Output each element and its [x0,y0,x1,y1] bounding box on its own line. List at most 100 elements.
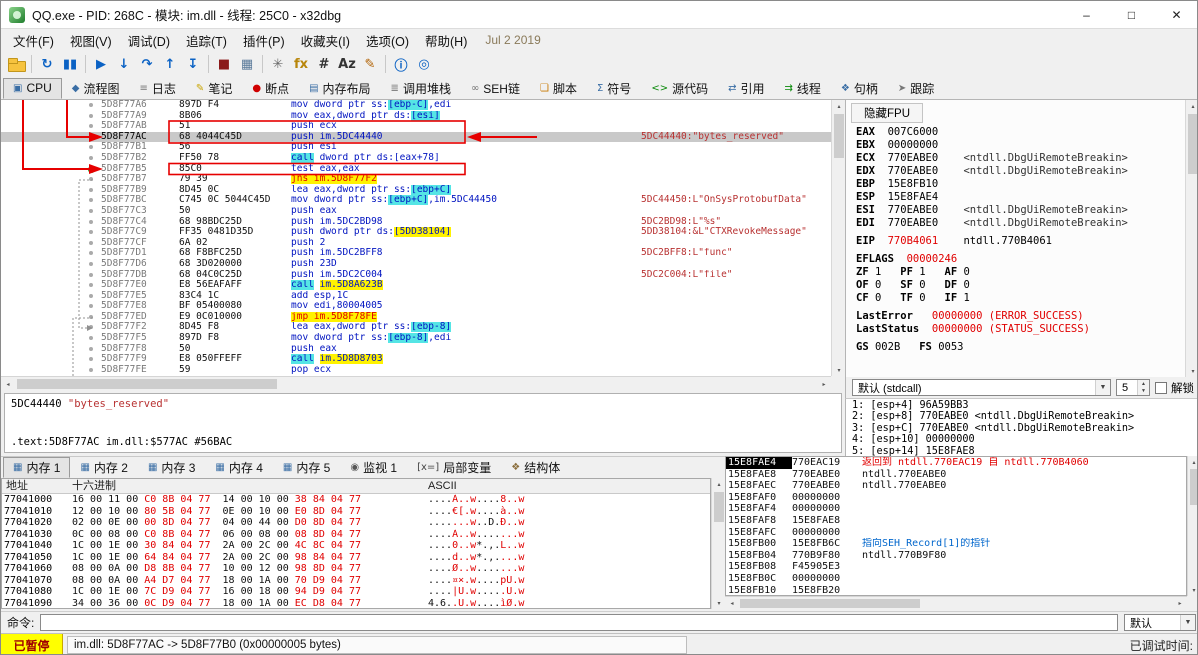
dump-row[interactable]: 77041090 34 00 36 00 0C D9 04 77 18 00 1A… [2,598,710,609]
disassembly-view[interactable]: 5D8F77A6 897D F4 mov dword ptr ss:[ebp-C],… [1,100,831,376]
tab-0[interactable]: ▣ CPU [3,78,62,99]
disassembly-hscrollbar[interactable]: ◂ ▸ [1,376,831,390]
vscroll-thumb[interactable] [1188,114,1197,174]
disasm-row[interactable]: 5D8F77D6 68 3D020000 push 23D [1,259,831,270]
tab-8[interactable]: ❏ 脚本 [530,78,587,99]
hscroll-thumb[interactable] [17,379,277,389]
esp-arg-line[interactable]: 4: [esp+10] 00000000 [852,434,1197,445]
disasm-row[interactable]: 5D8F77A9 8B06 mov eax,dword ptr ds:[esi] [1,110,831,122]
tab-14[interactable]: ➤ 跟踪 [888,78,944,99]
run-to-user-code-icon[interactable]: ↧ [182,53,204,75]
restart-icon[interactable]: ↻ [36,53,58,75]
bottom-tab-2[interactable]: ▦ 内存 3 [138,457,205,478]
stack-row[interactable]: 15E8FB00 15E8FB6C 指向SEH_Record[1]的指针 [726,538,1186,550]
dump-row[interactable]: 77041010 12 00 10 00 80 5B 04 77 0E 00 10… [2,506,710,518]
tab-13[interactable]: ❖ 句柄 [831,78,888,99]
stack-row[interactable]: 15E8FB08 F45905E3 [726,561,1186,573]
disasm-row[interactable]: 5D8F77DB 68 04C0C25D push im.5DC2C004 5DC2C… [1,270,831,281]
esp-arg-line[interactable]: 2: [esp+8] 770EABE0 <ntdll.DbgUiRemoteBr… [852,411,1197,422]
esp-arg-line[interactable]: 5: [esp+14] 15E8FAE8 [852,446,1197,456]
tab-9[interactable]: Σ 符号 [587,78,641,99]
stack-row[interactable]: 15E8FAEC 770EABE0 ntdll.770EABE0 [726,480,1186,492]
hide-fpu-button[interactable]: 隐藏FPU [851,103,923,123]
stepper-buttons[interactable]: ▲ ▼ [1137,380,1149,395]
dump-row[interactable]: 77041050 1C 00 1E 00 64 84 04 77 2A 00 2C… [2,552,710,564]
bottom-tab-7[interactable]: ❖ 结构体 [501,457,570,478]
run-icon[interactable]: ▶ [90,53,112,75]
stack-row[interactable]: 15E8FAF4 00000000 [726,503,1186,515]
stack-row[interactable]: 15E8FB10 15E8FB20 [726,585,1186,595]
scroll-up-icon[interactable]: ▴ [712,478,726,490]
registers-panel[interactable]: 隐藏FPU EAX 007C6000 EBX 00000000 ECX 770EAB… [845,100,1185,377]
stack-row[interactable]: 15E8FAE4 770EAC19 返回到 ntdll.770EAC19 自 ntd… [726,457,1186,469]
register-line[interactable]: EIP 770B4061 ntdll.770B4061 [856,235,1185,248]
disasm-row[interactable]: 5D8F77B9 8D45 0C lea eax,dword ptr ss:[ebp… [1,184,831,196]
chevron-down-icon[interactable]: ▼ [1180,615,1195,630]
disasm-row[interactable]: 5D8F77F8 50 push eax [1,344,831,355]
unlock-checkbox[interactable]: 解锁 [1155,380,1194,396]
stack-row[interactable]: 15E8FB04 770B9F80 ntdll.770B9F80 [726,550,1186,562]
checkbox-icon[interactable] [1155,381,1167,394]
scroll-left-icon[interactable]: ◂ [1,378,15,390]
search-icon[interactable]: ◎ [413,53,435,75]
register-line[interactable]: ECX 770EABE0 <ntdll.DbgUiRemoteBreakin> [856,152,1185,165]
disasm-row[interactable]: 5D8F77BC C745 0C 5044C45D mov dword ptr ss… [1,195,831,206]
highlight-fx-icon[interactable]: fx [290,53,312,75]
register-line[interactable]: CF 0 TF 0 IF 1 [856,292,1185,305]
close-button[interactable]: ✕ [1154,1,1197,28]
dump-row[interactable]: 77041070 08 00 0A 00 A4 D7 04 77 18 00 1A… [2,575,710,587]
dump-vscrollbar[interactable]: ▴ ▾ [711,478,725,609]
stack-arguments-list[interactable]: 1: [esp+4] 96A59BB3 2: [esp+8] 770EABE0 <… [845,398,1197,456]
register-line[interactable]: GS 002B FS 0053 [856,341,1185,354]
stack-view[interactable]: 15E8FAE4 770EAC19 返回到 ntdll.770EAC19 自 ntd… [725,456,1187,596]
disasm-row[interactable]: 5D8F77C9 FF35 0481D35D push dword ptr ds:[… [1,227,831,238]
dump-row[interactable]: 77041040 1C 00 1E 00 30 84 04 77 2A 00 2C… [2,540,710,552]
vscroll-thumb[interactable] [1190,469,1197,505]
scroll-right-icon[interactable]: ▸ [1173,597,1187,609]
stack-row[interactable]: 15E8FB0C 00000000 [726,573,1186,585]
stack-hscrollbar[interactable]: ◂ ▸ [725,596,1187,609]
menu-item[interactable]: 追踪(T) [178,29,235,52]
tab-5[interactable]: ▤ 内存布局 [299,78,380,99]
bottom-tab-4[interactable]: ▦ 内存 5 [273,457,340,478]
dump-row[interactable]: 77041060 08 00 0A 00 D8 8B 04 77 10 00 12… [2,563,710,575]
register-line[interactable]: ESI 770EABE0 <ntdll.DbgUiRemoteBreakin> [856,204,1185,217]
stepper-down-icon[interactable]: ▼ [1138,388,1149,396]
tab-12[interactable]: ⇉ 线程 [775,78,831,99]
scroll-left-icon[interactable]: ◂ [725,597,739,609]
disasm-row[interactable]: 5D8F77B2 FF50 78 call dword ptr ds:[eax+78… [1,152,831,164]
tab-10[interactable]: <> 源代码 [641,78,718,99]
scroll-up-icon[interactable]: ▴ [1187,456,1197,468]
command-input[interactable] [40,614,1118,631]
patch-icon[interactable]: ✎ [359,53,381,75]
minimize-button[interactable]: – [1064,1,1109,28]
command-syntax-select[interactable]: 默认 ▼ [1124,614,1196,631]
disasm-row[interactable]: 5D8F77E0 E8 56EAFAFF call im.5D8A623B [1,280,831,291]
tab-6[interactable]: ≣ 调用堆栈 [381,78,461,99]
menu-item[interactable]: 文件(F) [5,29,62,52]
disasm-row[interactable]: 5D8F77C4 68 98BDC25D push im.5DC2BD98 5DC2B… [1,217,831,228]
disasm-row[interactable]: 5D8F77B5 85C0 test eax,eax [1,164,831,175]
maximize-button[interactable]: □ [1109,1,1154,28]
step-out-icon[interactable]: ↑ [159,53,181,75]
dump-row[interactable]: 77041030 0C 00 08 00 C0 8B 04 77 06 00 08… [2,529,710,541]
disasm-row[interactable]: 5D8F77F9 E8 050FFEFF call im.5D8D8703 [1,354,831,365]
menu-item[interactable]: 调试(D) [120,29,178,52]
disassembly-vscrollbar[interactable]: ▴ ▾ [831,100,845,376]
tab-4[interactable]: ● 断点 [242,78,299,99]
bottom-tab-6[interactable]: [x=] 局部变量 [407,457,501,478]
register-line[interactable]: EFLAGS 00000246 [856,253,1185,266]
scroll-up-icon[interactable]: ▴ [832,100,846,112]
scroll-up-icon[interactable]: ▴ [1186,100,1197,112]
register-line[interactable]: OF 0 SF 0 DF 0 [856,279,1185,292]
vscroll-thumb[interactable] [834,114,844,158]
menu-item[interactable]: 选项(O) [358,29,417,52]
disasm-row[interactable]: 5D8F77FE 59 pop ecx [1,365,831,376]
register-line[interactable]: EDI 770EABE0 <ntdll.DbgUiRemoteBreakin> [856,217,1185,230]
scroll-down-icon[interactable]: ▾ [1187,584,1197,596]
tab-3[interactable]: ✎ 笔记 [186,78,242,99]
disasm-row[interactable]: 5D8F77B7 79 39 jns im.5D8F77F2 [1,174,831,185]
scroll-right-icon[interactable]: ▸ [817,378,831,390]
calculator-icon[interactable]: # [313,53,335,75]
step-over-icon[interactable]: ↷ [136,53,158,75]
